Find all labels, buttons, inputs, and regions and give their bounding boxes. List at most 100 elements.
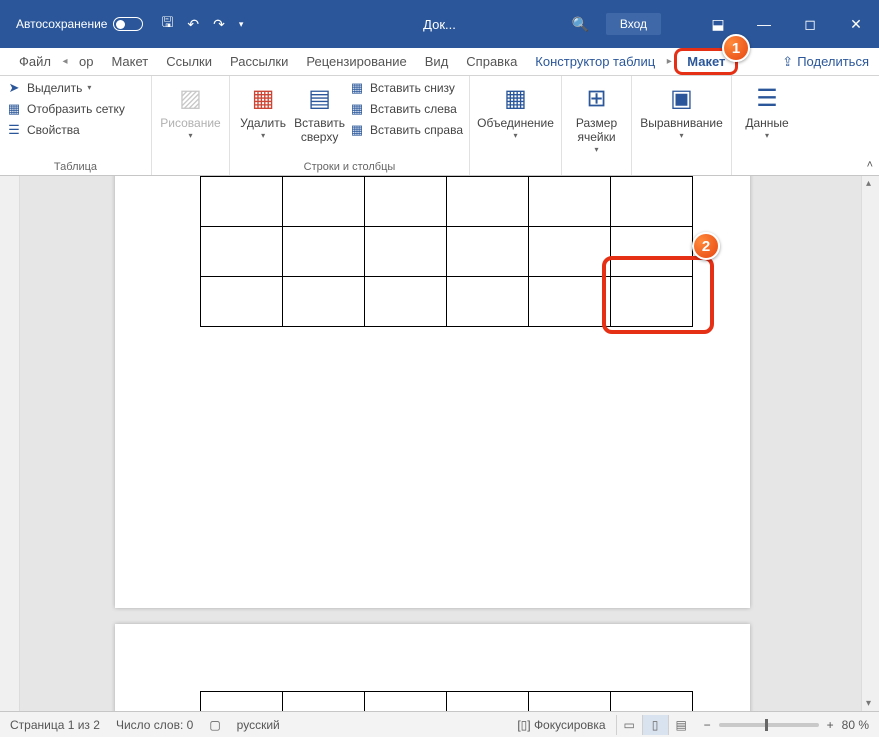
qat-dropdown-icon[interactable]: ▾ xyxy=(239,19,244,30)
ribbon-group-draw: ▨ Рисование ▾ xyxy=(152,76,230,175)
search-icon[interactable]: 🔍 xyxy=(572,16,589,33)
properties-icon: ☰ xyxy=(6,122,22,138)
login-button[interactable]: Вход xyxy=(606,13,661,35)
vertical-ruler xyxy=(0,176,20,711)
insert-left-button[interactable]: ▦ Вставить слева xyxy=(349,101,463,117)
delete-icon: ▦ xyxy=(247,82,279,114)
group-label-rows: Строки и столбцы xyxy=(236,159,463,173)
autosave-label: Автосохранение xyxy=(16,17,107,31)
annotation-callout-2: 2 xyxy=(692,232,720,260)
collapse-ribbon-icon[interactable]: ˄ xyxy=(867,159,873,171)
tab-home-truncated[interactable]: ор xyxy=(70,50,102,73)
select-button[interactable]: ➤Выделить▾ xyxy=(6,80,125,96)
data-button[interactable]: ☰ Данные ▾ xyxy=(738,80,796,140)
insert-below-button[interactable]: ▦Вставить снизу xyxy=(349,80,463,96)
ribbon-group-table: ➤Выделить▾ ▦ Отобразить сетку ☰ Свойства Т… xyxy=(0,76,152,175)
book-icon[interactable]: ▢ xyxy=(209,718,220,732)
focus-mode-button[interactable]: [▯] Фокусировка xyxy=(517,718,605,732)
save-icon[interactable]: 🖫 xyxy=(161,12,173,36)
tab-mailings[interactable]: Рассылки xyxy=(221,50,297,73)
status-bar: Страница 1 из 2 Число слов: 0 ▢ русский … xyxy=(0,711,879,737)
tab-help[interactable]: Справка xyxy=(457,50,526,73)
share-label: Поделиться xyxy=(797,54,869,69)
tab-nav-left-icon[interactable]: ◂ xyxy=(60,56,70,67)
ribbon-group-merge: ▦ Объединение ▾ xyxy=(470,76,562,175)
ribbon-group-data: ☰ Данные ▾ xyxy=(732,76,802,175)
redo-icon[interactable]: ↷ xyxy=(213,16,225,33)
tab-file[interactable]: Файл xyxy=(10,50,60,73)
group-label-align xyxy=(638,159,725,173)
cell-size-button[interactable]: ⊞ Размер ячейки ▾ xyxy=(568,80,625,154)
read-mode-icon[interactable]: ▭ xyxy=(616,715,642,735)
insert-above-button[interactable]: ▤ Вставить сверху xyxy=(294,80,345,144)
zoom-slider[interactable] xyxy=(719,723,819,727)
toggle-off-icon[interactable] xyxy=(113,17,143,31)
share-icon: ⇪ xyxy=(782,54,793,70)
quick-access-toolbar: 🖫 ↶ ↷ ▾ xyxy=(161,12,243,36)
page-1[interactable] xyxy=(115,176,750,608)
grid-label: Отобразить сетку xyxy=(27,102,125,116)
tab-table-design[interactable]: Конструктор таблиц xyxy=(526,50,664,73)
draw-label: Рисование xyxy=(160,116,220,130)
align-button[interactable]: ▣ Выравнивание ▾ xyxy=(638,80,725,140)
cursor-icon: ➤ xyxy=(6,80,22,96)
status-words[interactable]: Число слов: 0 xyxy=(116,718,193,732)
annotation-cell-highlight xyxy=(602,256,714,334)
ribbon: ➤Выделить▾ ▦ Отобразить сетку ☰ Свойства Т… xyxy=(0,76,879,176)
group-label-table: Таблица xyxy=(6,159,145,173)
table-2[interactable] xyxy=(200,691,693,711)
data-label: Данные xyxy=(745,116,788,130)
tab-view[interactable]: Вид xyxy=(416,50,458,73)
insert-above-label: Вставить сверху xyxy=(294,116,345,144)
properties-button[interactable]: ☰ Свойства xyxy=(6,122,125,138)
group-label-draw xyxy=(158,159,223,173)
tab-review[interactable]: Рецензирование xyxy=(297,50,415,73)
web-layout-icon[interactable]: ▤ xyxy=(668,715,694,735)
zoom-level[interactable]: 80 % xyxy=(842,718,869,732)
zoom-out-icon[interactable]: − xyxy=(704,718,711,732)
focus-label: Фокусировка xyxy=(534,718,606,732)
draw-icon: ▨ xyxy=(175,82,207,114)
zoom-in-icon[interactable]: + xyxy=(827,718,834,732)
insert-left-label: Вставить слева xyxy=(370,102,457,116)
title-bar-left: Автосохранение 🖫 ↶ ↷ ▾ xyxy=(0,12,243,36)
align-label: Выравнивание xyxy=(640,116,723,130)
annotation-callout-1: 1 xyxy=(722,34,750,62)
insert-left-icon: ▦ xyxy=(349,101,365,117)
delete-button[interactable]: ▦ Удалить ▾ xyxy=(236,80,290,140)
maximize-icon[interactable]: ◻ xyxy=(787,0,833,48)
align-icon: ▣ xyxy=(666,82,698,114)
document-title: Док... xyxy=(423,17,456,32)
merge-button[interactable]: ▦ Объединение ▾ xyxy=(482,80,550,140)
ribbon-group-cell-size: ⊞ Размер ячейки ▾ xyxy=(562,76,632,175)
draw-button: ▨ Рисование ▾ xyxy=(158,80,223,140)
undo-icon[interactable]: ↶ xyxy=(187,16,199,33)
insert-right-icon: ▦ xyxy=(349,122,365,138)
insert-below-label: Вставить снизу xyxy=(370,81,455,95)
delete-label: Удалить xyxy=(240,116,286,130)
insert-right-label: Вставить справа xyxy=(370,123,463,137)
tab-references[interactable]: Ссылки xyxy=(157,50,221,73)
autosave-toggle[interactable]: Автосохранение xyxy=(16,17,143,31)
group-label-data xyxy=(738,159,796,173)
ribbon-group-rows-cols: ▦ Удалить ▾ ▤ Вставить сверху ▦Вставить … xyxy=(230,76,470,175)
close-icon[interactable]: ✕ xyxy=(833,0,879,48)
status-language[interactable]: русский xyxy=(237,718,280,732)
merge-label: Объединение xyxy=(477,116,554,130)
view-switcher: ▭ ▯ ▤ xyxy=(616,715,694,735)
print-layout-icon[interactable]: ▯ xyxy=(642,715,668,735)
tab-nav-right-icon[interactable]: ▸ xyxy=(664,56,674,67)
view-gridlines-button[interactable]: ▦ Отобразить сетку xyxy=(6,101,125,117)
vertical-scrollbar[interactable] xyxy=(861,176,879,711)
status-page[interactable]: Страница 1 из 2 xyxy=(10,718,100,732)
page-2[interactable] xyxy=(115,624,750,711)
grid-icon: ▦ xyxy=(6,101,22,117)
tab-layout[interactable]: Макет xyxy=(102,50,157,73)
props-label: Свойства xyxy=(27,123,80,137)
insert-right-button[interactable]: ▦ Вставить справа xyxy=(349,122,463,138)
insert-above-icon: ▤ xyxy=(304,82,336,114)
ribbon-group-align: ▣ Выравнивание ▾ xyxy=(632,76,732,175)
share-button[interactable]: ⇪ Поделиться xyxy=(782,54,869,70)
document-canvas[interactable] xyxy=(0,176,879,711)
zoom-control[interactable]: − + 80 % xyxy=(704,718,869,732)
